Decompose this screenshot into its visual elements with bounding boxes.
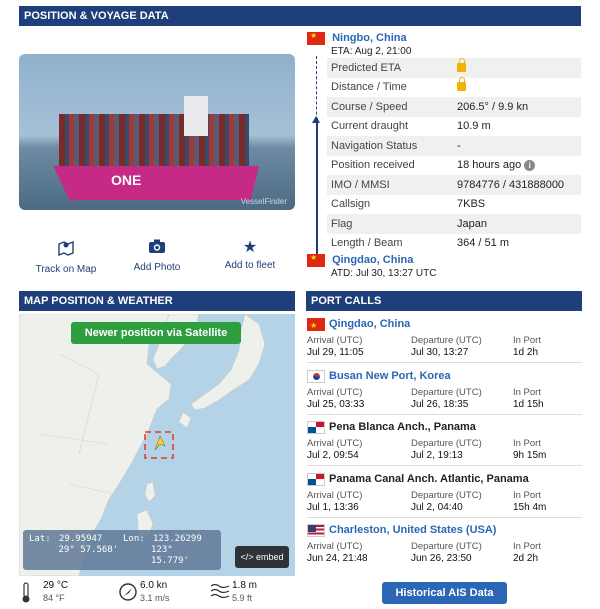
track-on-map-label: Track on Map	[35, 264, 97, 275]
voyage-row: Navigation Status -	[327, 136, 581, 156]
weather-waves: 1.8 m 5.9 ft	[210, 580, 257, 604]
section-header-port-calls: PORT CALLS	[306, 291, 582, 311]
add-to-fleet-button[interactable]: ★ Add to fleet	[222, 238, 278, 271]
waves-icon	[210, 582, 230, 602]
origin-port: Qingdao, China ATD: Jul 30, 13:27 UTC	[307, 254, 436, 279]
voyage-row: Position received 18 hours ago i	[327, 156, 581, 176]
usa-flag-icon	[307, 523, 325, 537]
destination-port-link[interactable]: Ningbo, China	[332, 32, 407, 44]
lock-icon[interactable]	[457, 77, 466, 92]
port-call-item: Panama Canal Anch. Atlantic, Panama Arri…	[307, 470, 582, 518]
port-call-link[interactable]: Qingdao, China	[329, 318, 410, 330]
embed-button[interactable]: </> embed	[235, 546, 289, 568]
port-call-name: Panama Canal Anch. Atlantic, Panama	[329, 473, 529, 485]
voyage-row: Course / Speed 206.5° / 9.9 kn	[327, 97, 581, 117]
camera-icon	[128, 238, 186, 260]
panama-flag-icon	[307, 472, 325, 486]
port-call-item: Pena Blanca Anch., Panama Arrival (UTC) …	[307, 418, 582, 466]
origin-port-link[interactable]: Qingdao, China	[332, 254, 413, 266]
add-photo-label: Add Photo	[133, 262, 181, 273]
container-stack	[59, 114, 249, 174]
weather-temperature: 29 °C 84 °F	[22, 580, 68, 604]
add-photo-button[interactable]: Add Photo	[128, 238, 186, 273]
map-pin-icon	[32, 238, 100, 262]
compass-icon	[118, 582, 138, 604]
korea-flag-icon	[307, 369, 325, 383]
star-icon: ★	[242, 239, 258, 256]
ship-bridge	[184, 96, 208, 136]
origin-atd: ATD: Jul 30, 13:27 UTC	[331, 268, 437, 279]
voyage-row: Distance / Time	[327, 77, 581, 98]
vessel-marker-icon	[154, 435, 166, 451]
voyage-row: Callsign 7KBS	[331, 198, 486, 211]
newer-position-satellite-button[interactable]: Newer position via Satellite	[71, 322, 241, 344]
port-call-link[interactable]: Charleston, United States (USA)	[329, 524, 496, 536]
historical-ais-data-button[interactable]: Historical AIS Data	[382, 582, 507, 604]
port-call-name: Pena Blanca Anch., Panama	[329, 421, 476, 433]
china-flag-icon	[307, 32, 325, 45]
china-flag-icon	[307, 254, 325, 267]
voyage-row: Predicted ETA	[327, 57, 581, 78]
voyage-row: IMO / MMSI 9784776 / 431888000	[327, 175, 581, 195]
lock-icon[interactable]	[457, 57, 466, 72]
destination-port: Ningbo, China ETA: Aug 2, 21:00	[307, 32, 411, 57]
info-icon[interactable]: i	[524, 160, 536, 172]
ship-hull: ONE	[53, 166, 259, 200]
hull-text: ONE	[111, 172, 142, 188]
track-on-map-button[interactable]: Track on Map	[32, 238, 100, 275]
coordinates-readout: Lat: 29.95947 Lon: 123.26299 29° 57.568' 123…	[23, 530, 221, 570]
section-header-map-weather: MAP POSITION & WEATHER	[19, 291, 295, 311]
vessel-photo[interactable]: ONE VesselFinder	[19, 54, 295, 210]
add-to-fleet-label: Add to fleet	[224, 260, 276, 271]
port-call-item: Qingdao, China Arrival (UTC) Departure (…	[307, 315, 582, 363]
voyage-row: Flag Japan	[327, 214, 581, 234]
port-call-item: Busan New Port, Korea Arrival (UTC) Depa…	[307, 367, 582, 415]
panama-flag-icon	[307, 420, 325, 434]
voyage-row: Length / Beam 364 / 51 m	[331, 237, 509, 250]
destination-eta: ETA: Aug 2, 21:00	[331, 46, 412, 57]
port-call-link[interactable]: Busan New Port, Korea	[329, 370, 451, 382]
china-flag-icon	[307, 317, 325, 331]
photo-watermark: VesselFinder	[240, 197, 287, 206]
vessel-map[interactable]: Newer position via Satellite Lat: 29.9594…	[19, 314, 295, 576]
section-header-position-voyage: POSITION & VOYAGE DATA	[19, 6, 581, 26]
voyage-timeline	[312, 56, 320, 256]
port-call-item: Charleston, United States (USA) Arrival …	[307, 523, 541, 564]
voyage-data-table: Predicted ETA Distance / Time Course / S…	[327, 57, 581, 253]
voyage-row: Current draught 10.9 m	[331, 120, 491, 133]
weather-wind: 6.0 kn 3.1 m/s	[119, 580, 170, 604]
thermometer-icon	[21, 582, 31, 606]
